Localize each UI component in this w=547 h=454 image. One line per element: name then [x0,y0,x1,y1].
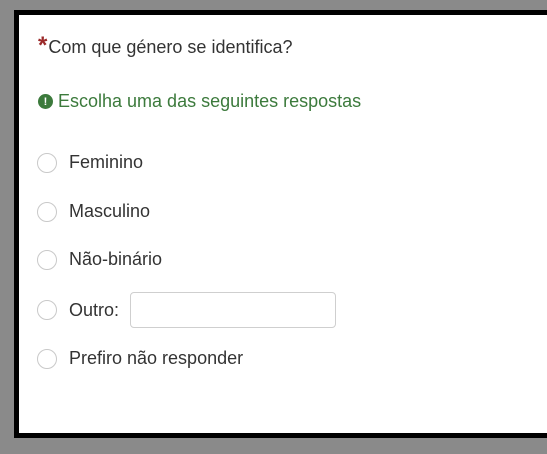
radio-nao-binario[interactable] [37,249,57,270]
radio-outro[interactable] [37,300,57,320]
question-panel: * Com que género se identifica? ! Escolh… [14,10,547,438]
option-prefiro-nao-responder[interactable]: Prefiro não responder [37,348,243,369]
question-title: * Com que género se identifica? [38,34,293,58]
exclamation-circle-icon: ! [38,94,53,109]
help-text: Escolha uma das seguintes respostas [58,91,362,111]
option-label: Masculino [69,201,151,221]
radio-feminino[interactable] [37,152,57,173]
option-label: Feminino [69,152,144,172]
option-label: Não-binário [69,249,163,269]
question-help: ! Escolha uma das seguintes respostas [38,91,361,112]
option-feminino[interactable]: Feminino [37,152,143,173]
option-masculino[interactable]: Masculino [37,201,150,222]
question-text: Com que género se identifica? [48,37,293,57]
radio-masculino[interactable] [37,201,57,222]
other-text-input[interactable] [130,292,337,328]
option-outro[interactable]: Outro: [37,292,337,328]
radio-prefiro-nao-responder[interactable] [37,348,57,369]
option-label: Prefiro não responder [69,348,244,368]
option-nao-binario[interactable]: Não-binário [37,249,162,270]
required-asterisk: * [38,32,48,59]
option-label: Outro: [69,299,120,320]
question-card: * Com que género se identifica? ! Escolh… [19,15,547,433]
